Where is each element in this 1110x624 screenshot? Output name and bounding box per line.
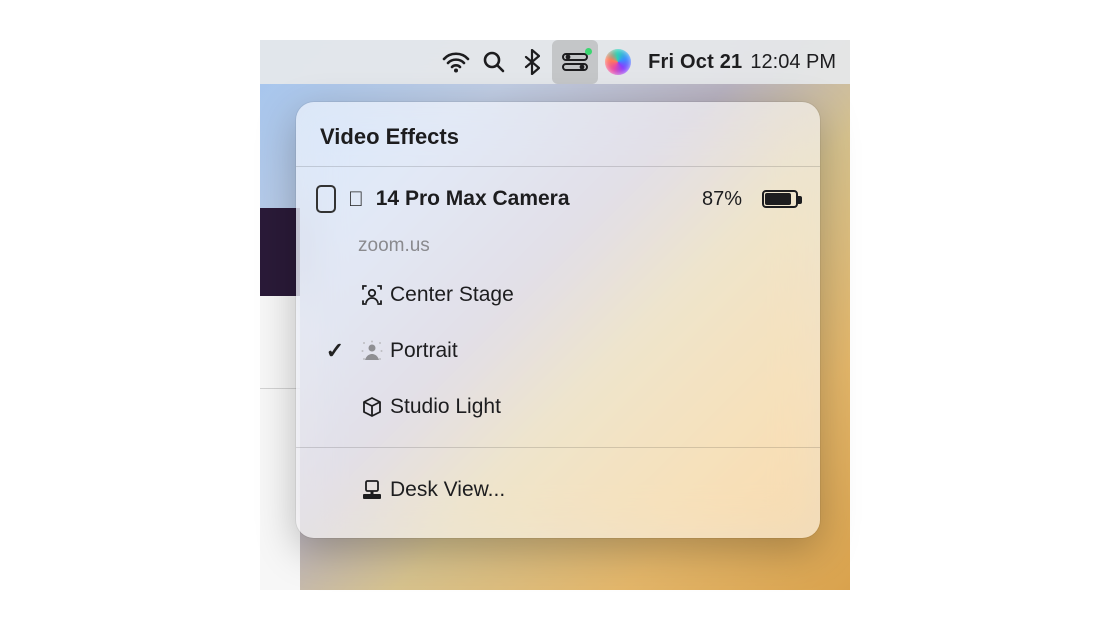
device-row[interactable]:  14 Pro Max Camera 87%	[296, 167, 820, 229]
checkmark-icon: ✓	[316, 338, 354, 364]
battery-icon	[762, 190, 798, 208]
bluetooth-icon[interactable]	[514, 40, 550, 84]
center-stage-option[interactable]: Center Stage	[296, 267, 820, 323]
portrait-icon	[354, 339, 390, 363]
app-using-camera-label: zoom.us	[296, 229, 820, 267]
background-app-strip	[260, 208, 300, 296]
wifi-icon[interactable]	[438, 40, 474, 84]
background-app-strip	[260, 388, 300, 389]
video-effects-panel: Video Effects  14 Pro Max Camera 87% zo…	[296, 102, 820, 538]
effects-list: Center Stage ✓ Portrait Studio Light	[296, 267, 820, 448]
desk-view-label: Desk View...	[390, 478, 505, 502]
option-label: Portrait	[390, 339, 458, 363]
battery-percent: 87%	[702, 188, 742, 211]
desk-view-button[interactable]: Desk View...	[296, 462, 820, 518]
option-label: Studio Light	[390, 395, 501, 419]
iphone-icon	[316, 185, 336, 213]
camera-in-use-indicator	[585, 48, 592, 55]
spotlight-search-icon[interactable]	[476, 40, 512, 84]
center-stage-icon	[354, 283, 390, 307]
panel-title: Video Effects	[296, 102, 820, 167]
device-name: 14 Pro Max Camera	[376, 187, 570, 211]
studio-light-option[interactable]: Studio Light	[296, 379, 820, 435]
background-app-strip	[260, 296, 300, 590]
apple-logo-icon: 	[348, 189, 364, 210]
menubar-date[interactable]: Fri Oct 21	[638, 51, 748, 74]
menubar-time[interactable]: 12:04 PM	[750, 51, 836, 74]
option-label: Center Stage	[390, 283, 514, 307]
portrait-option[interactable]: ✓ Portrait	[296, 323, 820, 379]
studio-light-icon	[354, 395, 390, 419]
control-center-icon[interactable]	[552, 40, 598, 84]
siri-icon[interactable]	[600, 40, 636, 84]
menubar: Fri Oct 21 12:04 PM	[260, 40, 850, 84]
desk-view-icon	[354, 479, 390, 501]
